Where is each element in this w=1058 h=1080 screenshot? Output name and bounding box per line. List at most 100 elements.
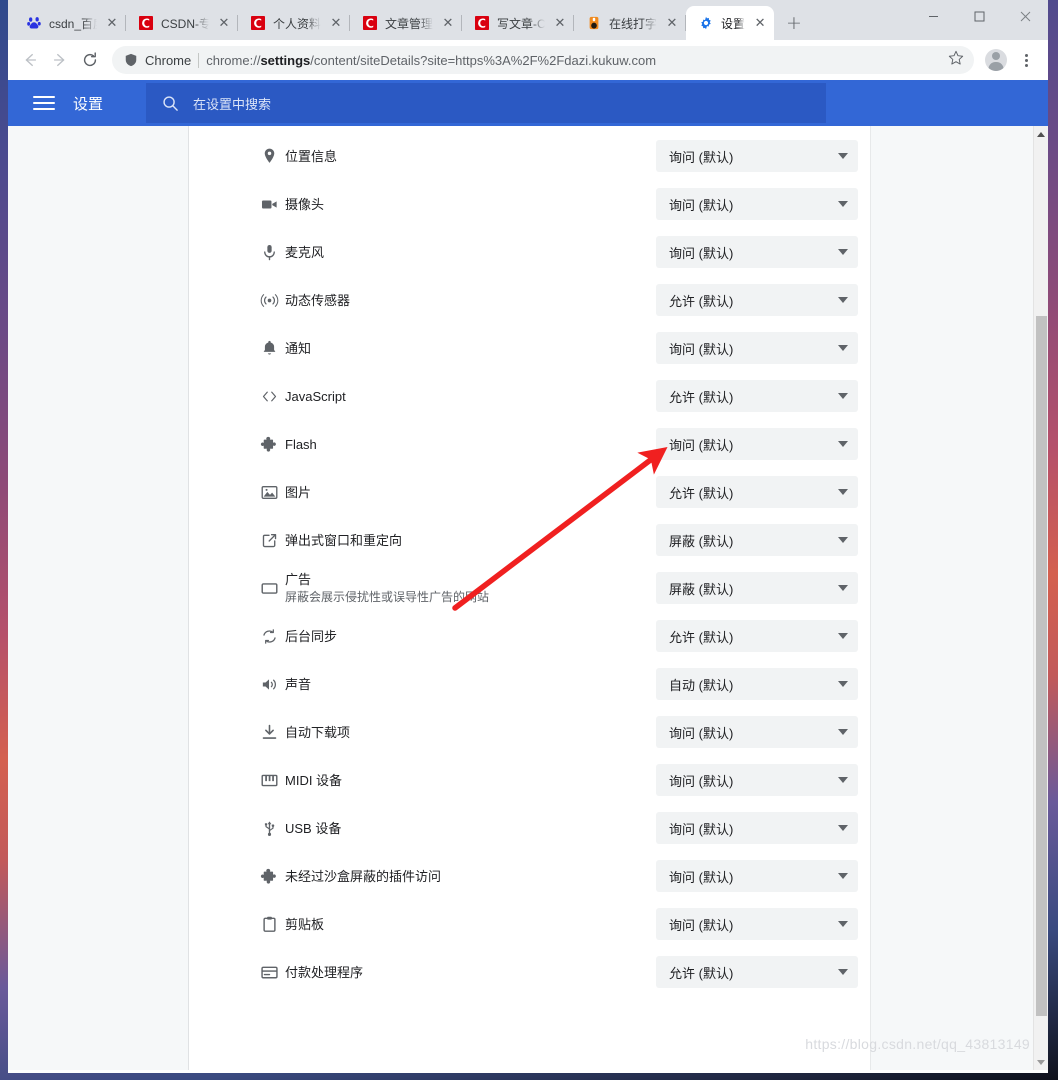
- permission-text: 声音: [285, 675, 311, 694]
- browser-tab[interactable]: csdn_百度 ✕: [14, 6, 126, 40]
- chevron-down-icon: [838, 585, 848, 591]
- hamburger-menu-icon[interactable]: [33, 96, 55, 110]
- settings-search-box[interactable]: 在设置中搜索: [146, 83, 827, 123]
- usb-icon: [259, 818, 279, 838]
- scrollbar-thumb[interactable]: [1036, 316, 1047, 1016]
- permission-dropdown[interactable]: 询问 (默认): [656, 236, 858, 268]
- permission-value: 自动 (默认): [669, 677, 734, 693]
- permission-row: 未经过沙盒屏蔽的插件访问 询问 (默认): [189, 852, 870, 900]
- chevron-down-icon: [838, 297, 848, 303]
- tab-close-icon[interactable]: ✕: [664, 15, 680, 31]
- tab-title: 设置: [721, 16, 746, 31]
- bookmark-star-icon[interactable]: [948, 50, 964, 71]
- page-scrollbar[interactable]: [1033, 126, 1048, 1070]
- chevron-down-icon: [838, 681, 848, 687]
- permission-dropdown[interactable]: 询问 (默认): [656, 908, 858, 940]
- permission-dropdown[interactable]: 允许 (默认): [656, 476, 858, 508]
- browser-tab[interactable]: 个人资料 ✕: [238, 6, 350, 40]
- permission-value: 询问 (默认): [669, 821, 734, 837]
- bell-icon: [259, 338, 279, 358]
- permission-dropdown[interactable]: 询问 (默认): [656, 188, 858, 220]
- csdn-icon: [138, 15, 154, 31]
- tab-close-icon[interactable]: ✕: [216, 15, 232, 31]
- tab-close-icon[interactable]: ✕: [104, 15, 120, 31]
- permission-label: 付款处理程序: [285, 964, 364, 980]
- back-icon[interactable]: [16, 46, 44, 74]
- url-text: chrome://settings/content/siteDetails?si…: [206, 52, 657, 68]
- permission-dropdown[interactable]: 允许 (默认): [656, 620, 858, 652]
- profile-avatar[interactable]: [982, 46, 1010, 74]
- csdn-icon: [362, 15, 378, 31]
- tab-close-icon[interactable]: ✕: [552, 15, 568, 31]
- tab-close-icon[interactable]: ✕: [440, 15, 456, 31]
- permission-dropdown[interactable]: 屏蔽 (默认): [656, 524, 858, 556]
- permission-dropdown[interactable]: 询问 (默认): [656, 332, 858, 364]
- permission-row: 麦克风 询问 (默认): [189, 228, 870, 276]
- new-tab-button[interactable]: +: [780, 9, 808, 37]
- permission-label: 位置信息: [285, 148, 338, 164]
- permission-value: 询问 (默认): [669, 725, 734, 741]
- permission-dropdown[interactable]: 允许 (默认): [656, 956, 858, 988]
- permission-label: 声音: [285, 676, 312, 692]
- chevron-down-icon: [838, 345, 848, 351]
- permission-value: 屏蔽 (默认): [669, 533, 734, 549]
- close-button[interactable]: [1002, 0, 1048, 32]
- permission-value: 询问 (默认): [669, 917, 734, 933]
- permission-dropdown[interactable]: 询问 (默认): [656, 428, 858, 460]
- permission-dropdown[interactable]: 屏蔽 (默认): [656, 572, 858, 604]
- address-bar[interactable]: Chrome chrome://settings/content/siteDet…: [112, 46, 974, 74]
- permission-value: 询问 (默认): [669, 341, 734, 357]
- watermark-text: https://blog.csdn.net/qq_43813149: [805, 1036, 1030, 1052]
- permission-value: 允许 (默认): [669, 629, 734, 645]
- omnibox-divider: [198, 52, 200, 68]
- minimize-button[interactable]: [910, 0, 956, 32]
- permission-row: 通知 询问 (默认): [189, 324, 870, 372]
- tab-close-icon[interactable]: ✕: [752, 15, 768, 31]
- permission-row: 广告 屏蔽会展示侵扰性或误导性广告的网站 屏蔽 (默认): [189, 564, 870, 612]
- permission-dropdown[interactable]: 询问 (默认): [656, 764, 858, 796]
- permission-dropdown[interactable]: 允许 (默认): [656, 284, 858, 316]
- gear-icon: [698, 15, 714, 31]
- browser-tab[interactable]: 在线打字 ✕: [574, 6, 686, 40]
- permission-label: 未经过沙盒屏蔽的插件访问: [285, 868, 442, 884]
- chevron-down-icon: [838, 393, 848, 399]
- permission-row: 动态传感器 允许 (默认): [189, 276, 870, 324]
- permission-label: 后台同步: [285, 628, 338, 644]
- page-title: 设置: [73, 95, 104, 113]
- permission-row: 剪贴板 询问 (默认): [189, 900, 870, 948]
- tab-title: 写文章-C: [497, 16, 545, 31]
- window-controls: [910, 0, 1048, 32]
- browser-tab[interactable]: 文章管理 ✕: [350, 6, 462, 40]
- permission-dropdown[interactable]: 询问 (默认): [656, 812, 858, 844]
- puzzle-icon: [259, 434, 279, 454]
- permission-dropdown[interactable]: 询问 (默认): [656, 140, 858, 172]
- chevron-down-icon: [838, 441, 848, 447]
- permission-label: MIDI 设备: [285, 772, 343, 788]
- permission-label: 图片: [285, 484, 312, 500]
- browser-tab[interactable]: CSDN-专 ✕: [126, 6, 238, 40]
- forward-icon[interactable]: [46, 46, 74, 74]
- permission-text: 位置信息: [285, 147, 337, 166]
- permission-dropdown[interactable]: 询问 (默认): [656, 716, 858, 748]
- maximize-button[interactable]: [956, 0, 1002, 32]
- tab-close-icon[interactable]: ✕: [328, 15, 344, 31]
- permission-value: 询问 (默认): [669, 869, 734, 885]
- reload-icon[interactable]: [76, 46, 104, 74]
- permission-dropdown[interactable]: 自动 (默认): [656, 668, 858, 700]
- chevron-down-icon: [838, 633, 848, 639]
- permission-dropdown[interactable]: 询问 (默认): [656, 860, 858, 892]
- tab-title: 文章管理: [385, 16, 433, 31]
- scrollbar-down-arrow[interactable]: [1034, 1054, 1048, 1070]
- permission-dropdown[interactable]: 允许 (默认): [656, 380, 858, 412]
- three-dots-icon: [1024, 53, 1028, 67]
- browser-tab[interactable]: 设置 ✕: [686, 6, 775, 40]
- permission-text: 动态传感器: [285, 291, 350, 310]
- permission-row: 图片 允许 (默认): [189, 468, 870, 516]
- chevron-down-icon: [838, 969, 848, 975]
- chrome-menu-icon[interactable]: [1012, 46, 1040, 74]
- settings-header: 设置 在设置中搜索: [8, 80, 1048, 126]
- camera-icon: [259, 194, 279, 214]
- browser-tab[interactable]: 写文章-C ✕: [462, 6, 574, 40]
- permission-label: 剪贴板: [285, 916, 325, 932]
- scrollbar-up-arrow[interactable]: [1034, 126, 1048, 142]
